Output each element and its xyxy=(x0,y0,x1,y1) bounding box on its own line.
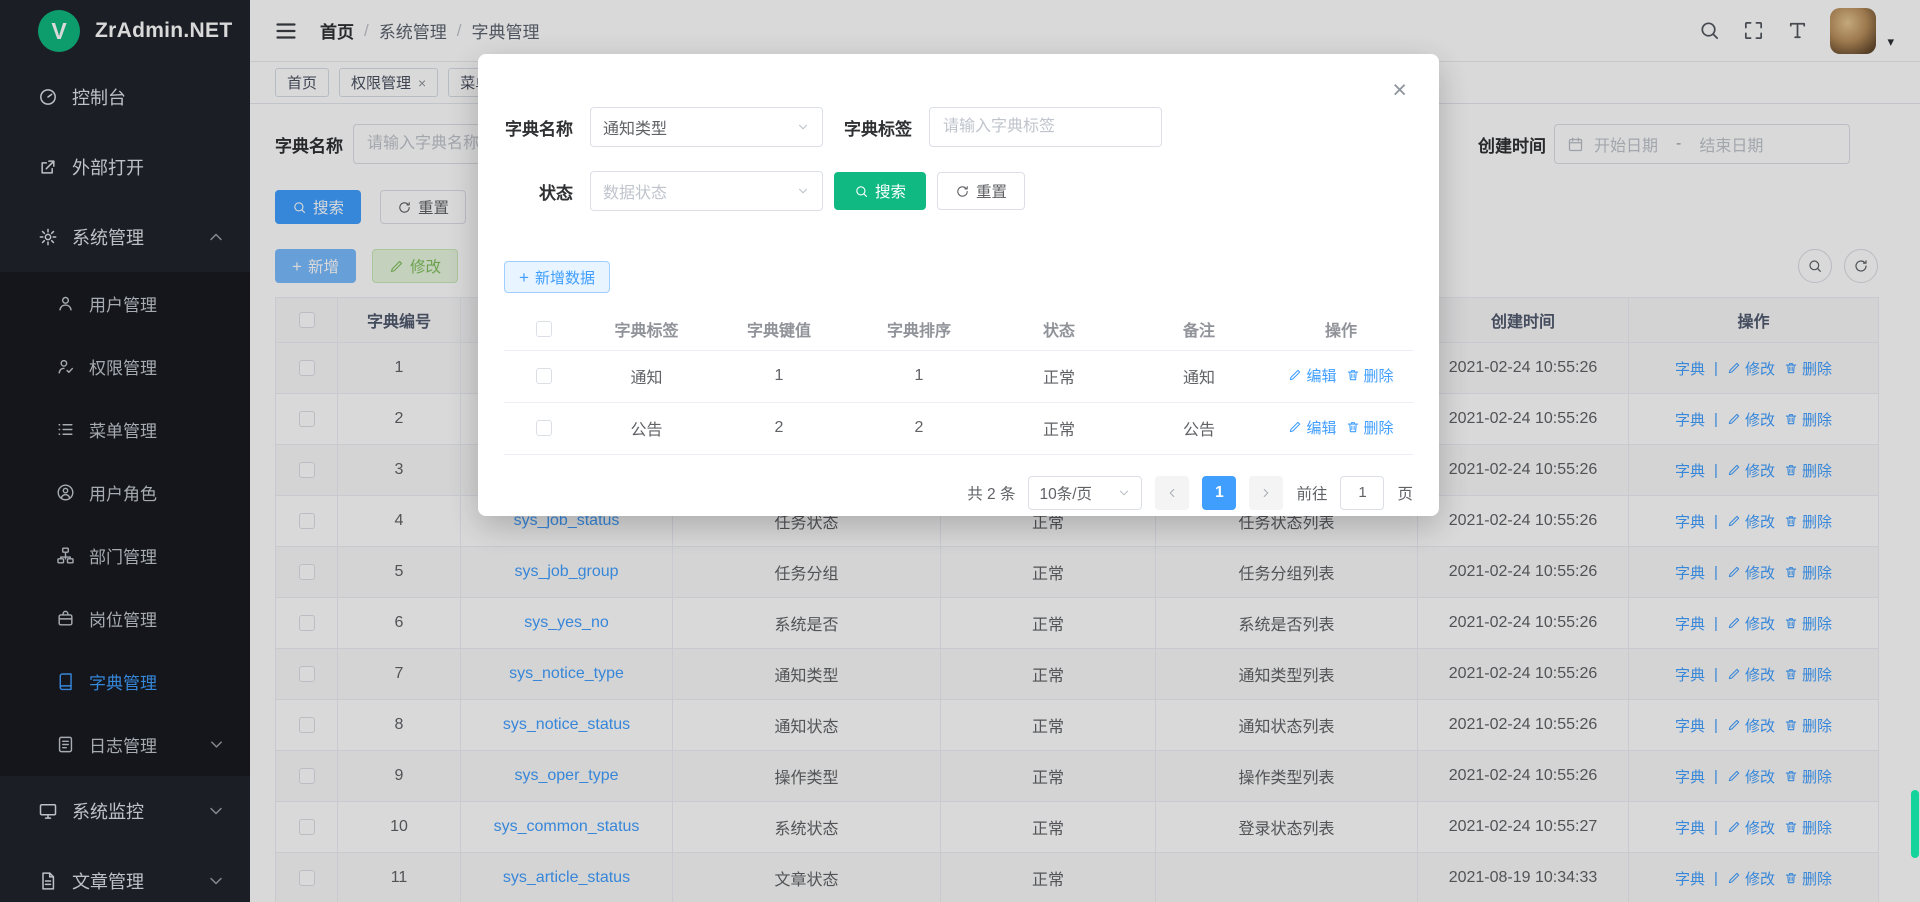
dict-data-table: 字典标签 字典键值 字典排序 状态 备注 操作 通知 1 1 正常 通知 xyxy=(504,308,1413,455)
row-actions: 编辑 删除 xyxy=(1288,365,1393,386)
edit-link[interactable]: 编辑 xyxy=(1288,417,1336,438)
status-label: 状态 xyxy=(504,179,573,204)
page-unit-label: 页 xyxy=(1397,482,1413,504)
dialog-table-row: 公告 2 2 正常 公告 编辑 删除 xyxy=(504,402,1413,454)
trash-icon xyxy=(1346,368,1360,382)
page-size-select[interactable]: 10条/页 xyxy=(1028,476,1142,510)
chevron-right-icon xyxy=(1259,486,1273,500)
select-all-checkbox[interactable] xyxy=(536,321,552,337)
delete-link[interactable]: 删除 xyxy=(1346,417,1394,438)
dialog-filter-form: 字典名称 通知类型 字典标签 状态 数据状态 搜索 重置 xyxy=(504,54,1413,211)
dialog-reset-button[interactable]: 重置 xyxy=(937,172,1025,210)
page-goto-input[interactable] xyxy=(1340,476,1384,510)
status-select[interactable]: 数据状态 xyxy=(590,171,823,211)
dict-label-cell: 公告 xyxy=(584,402,709,454)
delete-link[interactable]: 删除 xyxy=(1346,365,1394,386)
pagination: 共 2 条 10条/页 1 前往 页 xyxy=(504,476,1413,510)
search-icon xyxy=(854,184,869,199)
dict-name-label: 字典名称 xyxy=(504,115,573,140)
dict-value-cell: 1 xyxy=(709,350,849,402)
chevron-down-icon xyxy=(1117,486,1131,500)
row-checkbox[interactable] xyxy=(536,420,552,436)
page-number-button[interactable]: 1 xyxy=(1202,476,1236,510)
dialog-search-button[interactable]: 搜索 xyxy=(834,172,926,210)
col-dict-label: 字典标签 xyxy=(584,308,709,350)
dict-label-cell: 通知 xyxy=(584,350,709,402)
col-remark: 备注 xyxy=(1129,308,1269,350)
dialog-table-row: 通知 1 1 正常 通知 编辑 删除 xyxy=(504,350,1413,402)
dict-sort-cell: 1 xyxy=(849,350,989,402)
col-dict-sort: 字典排序 xyxy=(849,308,989,350)
dict-tag-label: 字典标签 xyxy=(842,115,912,140)
dict-sort-cell: 2 xyxy=(849,402,989,454)
refresh-icon xyxy=(955,184,970,199)
chevron-left-icon xyxy=(1165,486,1179,500)
dict-data-dialog: × 字典名称 通知类型 字典标签 状态 数据状态 搜索 重置 xyxy=(478,54,1439,516)
close-icon[interactable]: × xyxy=(1392,78,1407,103)
chevron-down-icon xyxy=(796,184,810,198)
remark-cell: 公告 xyxy=(1129,402,1269,454)
dialog-table-header-row: 字典标签 字典键值 字典排序 状态 备注 操作 xyxy=(504,308,1413,350)
col-dict-value: 字典键值 xyxy=(709,308,849,350)
dict-tag-input[interactable] xyxy=(929,107,1162,147)
pencil-icon xyxy=(1288,368,1302,382)
pagination-total: 共 2 条 xyxy=(967,482,1015,504)
status-cell: 正常 xyxy=(989,402,1129,454)
edit-link[interactable]: 编辑 xyxy=(1288,365,1336,386)
dict-value-cell: 2 xyxy=(709,402,849,454)
dict-name-select[interactable]: 通知类型 xyxy=(590,107,823,147)
pencil-icon xyxy=(1288,420,1302,434)
status-cell: 正常 xyxy=(989,350,1129,402)
trash-icon xyxy=(1346,420,1360,434)
col-status: 状态 xyxy=(989,308,1129,350)
scrollbar-thumb[interactable] xyxy=(1911,790,1919,858)
chevron-down-icon xyxy=(796,120,810,134)
col-actions: 操作 xyxy=(1269,308,1413,350)
remark-cell: 通知 xyxy=(1129,350,1269,402)
add-dict-data-button[interactable]: + 新增数据 xyxy=(504,261,610,293)
goto-label: 前往 xyxy=(1296,482,1327,504)
next-page-button[interactable] xyxy=(1249,476,1283,510)
row-actions: 编辑 删除 xyxy=(1288,417,1393,438)
plus-icon: + xyxy=(519,269,529,286)
row-checkbox[interactable] xyxy=(536,368,552,384)
prev-page-button[interactable] xyxy=(1155,476,1189,510)
